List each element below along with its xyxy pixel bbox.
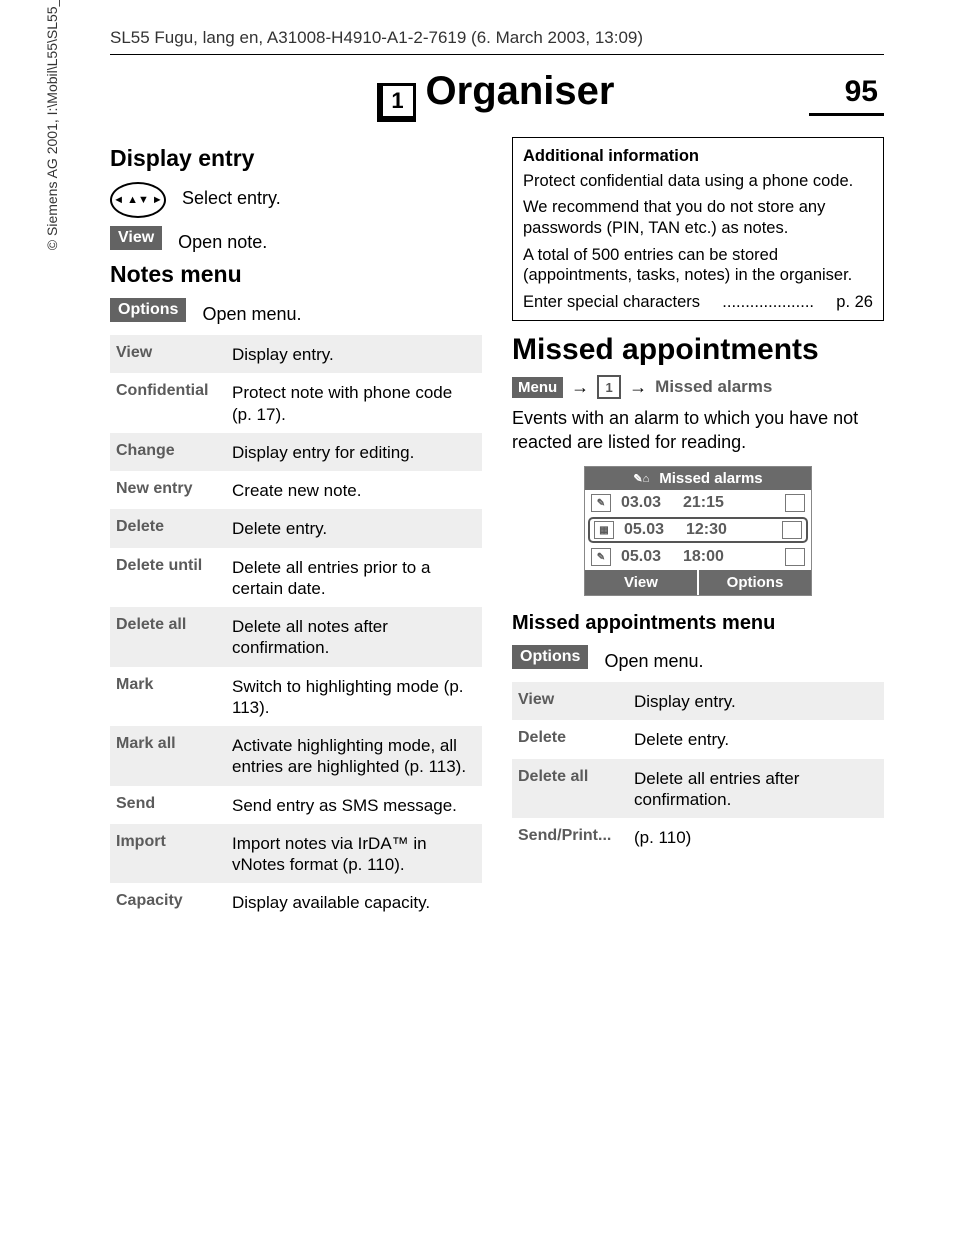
options-softkey: Options	[110, 298, 186, 322]
opt-desc: Switch to highlighting mode (p. 113).	[230, 668, 482, 727]
screen-title-bar: ✎⌂ Missed alarms	[585, 467, 811, 490]
organiser-icon: 1	[380, 83, 416, 119]
opt-label: Mark all	[110, 727, 230, 786]
copyright-vertical: © Siemens AG 2001, I:\Mobil\L55\SL55_Fug…	[44, 0, 60, 440]
opt-label: Delete until	[110, 549, 230, 608]
phone-screen: ✎⌂ Missed alarms ✎ 03.03 21:15 ▦ 05.03 1…	[584, 466, 812, 596]
opt-desc: Activate highlighting mode, all entries …	[230, 727, 482, 786]
alarm-status-icon	[782, 521, 802, 539]
right-column: Additional information Protect confident…	[512, 137, 884, 922]
options-text: Open menu.	[202, 298, 301, 325]
opt-label: Delete all	[110, 608, 230, 667]
alarm-row: ✎ 05.03 18:00	[585, 544, 811, 570]
pencil-icon: ✎⌂	[633, 472, 649, 485]
opt-desc: (p. 110)	[632, 819, 699, 856]
heading-missed-appointments: Missed appointments	[512, 333, 884, 367]
opt-desc: Import notes via IrDA™ in vNotes format …	[230, 825, 482, 884]
dots: ....................	[722, 292, 814, 313]
heading-display-entry: Display entry	[110, 145, 482, 172]
alarm-row: ✎ 03.03 21:15	[585, 490, 811, 516]
alarm-type-icon: ✎	[591, 548, 611, 566]
opt-label: Mark	[110, 668, 230, 727]
nav-key-icon: ◄ ▲▼ ►	[110, 182, 166, 218]
screen-softkey-view: View	[585, 570, 699, 595]
info-p3: A total of 500 entries can be stored (ap…	[523, 245, 873, 286]
notes-menu-table: ViewDisplay entry. ConfidentialProtect n…	[110, 335, 482, 922]
left-column: Display entry ◄ ▲▼ ► Select entry. View …	[110, 137, 482, 922]
opt-desc: Delete entry.	[230, 510, 335, 547]
opt-desc: Delete all entries prior to a certain da…	[230, 549, 482, 608]
screen-title: Missed alarms	[659, 470, 762, 487]
opt-desc: Create new note.	[230, 472, 369, 509]
opt-label: Delete	[110, 510, 230, 547]
info-p4b: p. 26	[836, 292, 873, 313]
menu-path: Menu → 1 → Missed alarms	[512, 375, 884, 399]
opt-label: Send	[110, 787, 230, 824]
opt-label: Import	[110, 825, 230, 884]
title-row: 1 Organiser 95	[110, 69, 884, 115]
info-box: Additional information Protect confident…	[512, 137, 884, 321]
menu-softkey: Menu	[512, 377, 563, 398]
opt-desc: Send entry as SMS message.	[230, 787, 465, 824]
opt-label: Delete all	[512, 760, 632, 819]
opt-desc: Display entry.	[230, 336, 342, 373]
opt-label: Confidential	[110, 374, 230, 433]
opt-label: Send/Print...	[512, 819, 632, 856]
opt-desc: Display entry.	[632, 683, 744, 720]
alarm-date: 05.03	[621, 548, 673, 566]
alarm-date: 05.03	[624, 521, 676, 539]
view-softkey: View	[110, 226, 162, 250]
opt-label: View	[512, 683, 632, 720]
view-text: Open note.	[178, 226, 267, 253]
organiser-mini-icon: 1	[597, 375, 621, 399]
alarm-time: 18:00	[683, 548, 735, 566]
opt-desc: Display available capacity.	[230, 884, 438, 921]
alarm-row-selected: ▦ 05.03 12:30	[588, 517, 808, 543]
info-p2: We recommend that you do not store any p…	[523, 197, 873, 238]
header-meta: SL55 Fugu, lang en, A31008-H4910-A1-2-76…	[110, 28, 884, 55]
path-text: Missed alarms	[655, 377, 772, 397]
arrow-icon: →	[571, 377, 589, 398]
opt-label: Change	[110, 434, 230, 471]
screen-softkey-options: Options	[699, 570, 811, 595]
alarm-status-icon	[785, 548, 805, 566]
alarm-time: 12:30	[686, 521, 738, 539]
alarm-date: 03.03	[621, 494, 673, 512]
info-title: Additional information	[523, 146, 873, 167]
options-softkey: Options	[512, 645, 588, 669]
page-number: 95	[809, 75, 884, 116]
opt-label: Delete	[512, 721, 632, 758]
opt-desc: Display entry for editing.	[230, 434, 422, 471]
info-p4a: Enter special characters	[523, 292, 700, 313]
arrow-icon: →	[629, 377, 647, 398]
alarm-time: 21:15	[683, 494, 735, 512]
heading-missed-menu: Missed appointments menu	[512, 612, 884, 635]
options-text: Open menu.	[604, 645, 703, 672]
opt-desc: Delete all entries after confirmation.	[632, 760, 884, 819]
opt-desc: Delete entry.	[632, 721, 737, 758]
opt-label: New entry	[110, 472, 230, 509]
alarm-type-icon: ✎	[591, 494, 611, 512]
heading-notes-menu: Notes menu	[110, 261, 482, 288]
alarm-status-icon	[785, 494, 805, 512]
opt-desc: Protect note with phone code (p. 17).	[230, 374, 482, 433]
page-title: Organiser	[426, 69, 615, 114]
nav-text: Select entry.	[182, 182, 281, 209]
missed-menu-table: ViewDisplay entry. DeleteDelete entry. D…	[512, 682, 884, 856]
opt-desc: Delete all notes after confirmation.	[230, 608, 482, 667]
opt-label: View	[110, 336, 230, 373]
info-p1: Protect confidential data using a phone …	[523, 171, 873, 192]
body-text: Events with an alarm to which you have n…	[512, 407, 884, 454]
opt-label: Capacity	[110, 884, 230, 921]
alarm-type-icon: ▦	[594, 521, 614, 539]
